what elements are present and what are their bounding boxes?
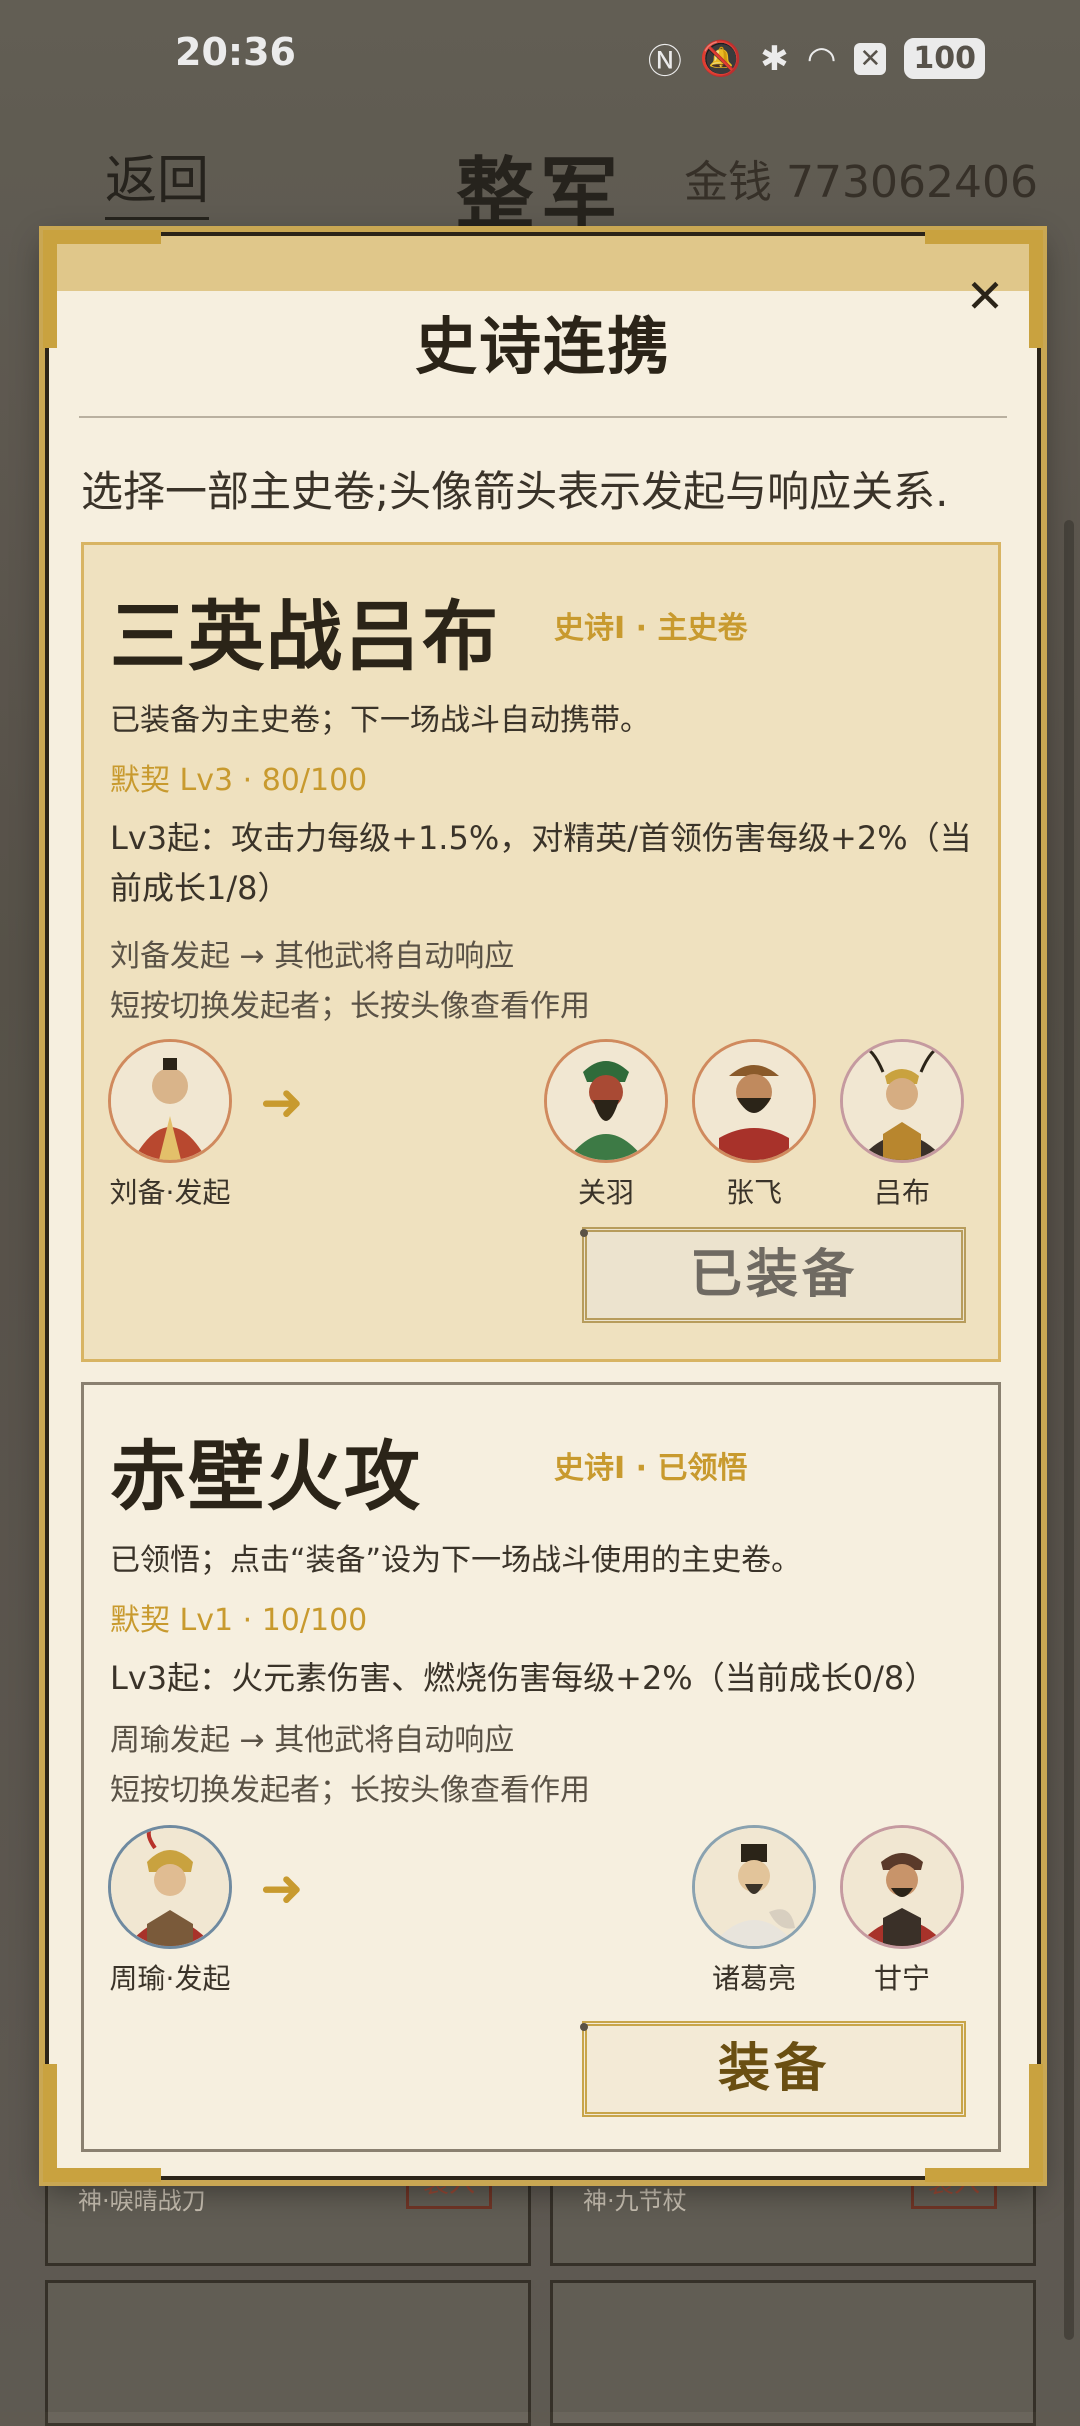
responder-avatar[interactable]: 张飞 [684,1039,824,1211]
scroll-card-chibi[interactable]: 赤壁火攻 史诗Ⅰ · 已领悟 已领悟；点击“装备”设为下一场战斗使用的主史卷。 … [81,1382,1001,2152]
scroll-status: 已装备为主史卷；下一场战斗自动携带。 [110,703,650,738]
usage-hint: 短按切换发起者；长按头像查看作用 [110,1773,590,1808]
avatar-label: 周瑜·发起 [109,1962,231,1995]
bond-level: 默契 Lv1 · 10/100 [110,1603,368,1638]
guanyu-portrait-icon [544,1039,668,1163]
modal-title: 史诗连携 [414,310,671,383]
scroll-name: 赤壁火攻 [110,1432,422,1521]
divider [79,416,1007,418]
initiator-avatar[interactable]: 刘备·发起 [100,1039,240,1211]
zhangfei-portrait-icon [692,1039,816,1163]
modal-header-band [49,236,1037,291]
corner-ornament [43,230,161,244]
equipped-button[interactable]: 已装备 [582,1227,966,1323]
responder-avatar[interactable]: 诸葛亮 [684,1825,824,1997]
scroll-card-sanying[interactable]: 三英战吕布 史诗Ⅰ · 主史卷 已装备为主史卷；下一场战斗自动携带。 默契 Lv… [81,542,1001,1362]
scroll-name: 三英战吕布 [110,592,500,681]
button-dot [580,2023,588,2031]
scroll-tag: 史诗Ⅰ · 已领悟 [554,1451,748,1486]
avatar-label: 关羽 [577,1176,634,1209]
scroll-tag: 史诗Ⅰ · 主史卷 [554,611,748,646]
avatar-label: 甘宁 [873,1962,930,1995]
corner-ornament [925,230,1043,244]
avatar-label: 诸葛亮 [711,1962,796,1995]
avatar-label: 刘备·发起 [109,1176,231,1209]
button-dot [580,1229,588,1237]
initiator-avatar[interactable]: 周瑜·发起 [100,1825,240,1997]
zhugeliang-portrait-icon [692,1825,816,1949]
modal-description: 选择一部主史卷;头像箭头表示发起与响应关系. [81,467,949,516]
scroll-effect: Lv3起：火元素伤害、燃烧伤害每级+2%（当前成长0/8） [110,1659,937,1697]
responder-avatar[interactable]: 关羽 [536,1039,676,1211]
liubei-portrait-icon [108,1039,232,1163]
responder-avatar[interactable]: 吕布 [832,1039,972,1211]
scroll-status: 已领悟；点击“装备”设为下一场战斗使用的主史卷。 [110,1543,802,1578]
arrow-right-icon: ➜ [260,1073,304,1133]
usage-hint: 短按切换发起者；长按头像查看作用 [110,989,590,1024]
trigger-flow: 刘备发起 → 其他武将自动响应 [110,939,515,974]
avatar-label: 吕布 [873,1176,930,1209]
scroll-effect: Lv3起：攻击力每级+1.5%，对精英/首领伤害每级+2%（当前成长1/8） [110,819,972,907]
ganning-portrait-icon [840,1825,964,1949]
corner-ornament [925,2168,1043,2182]
corner-ornament [43,2168,161,2182]
equip-button[interactable]: 装备 [582,2021,966,2117]
avatar-label: 张飞 [725,1176,782,1209]
epic-combo-modal: ✕ 史诗连携 选择一部主史卷;头像箭头表示发起与响应关系. 三英战吕布 史诗Ⅰ … [43,230,1043,2182]
arrow-right-icon: ➜ [260,1859,304,1919]
responder-avatar[interactable]: 甘宁 [832,1825,972,1997]
zhouyu-portrait-icon [108,1825,232,1949]
corner-ornament [43,2064,57,2182]
lvbu-portrait-icon [840,1039,964,1163]
corner-ornament [1029,2064,1043,2182]
bond-level: 默契 Lv3 · 80/100 [110,763,368,798]
trigger-flow: 周瑜发起 → 其他武将自动响应 [110,1723,515,1758]
